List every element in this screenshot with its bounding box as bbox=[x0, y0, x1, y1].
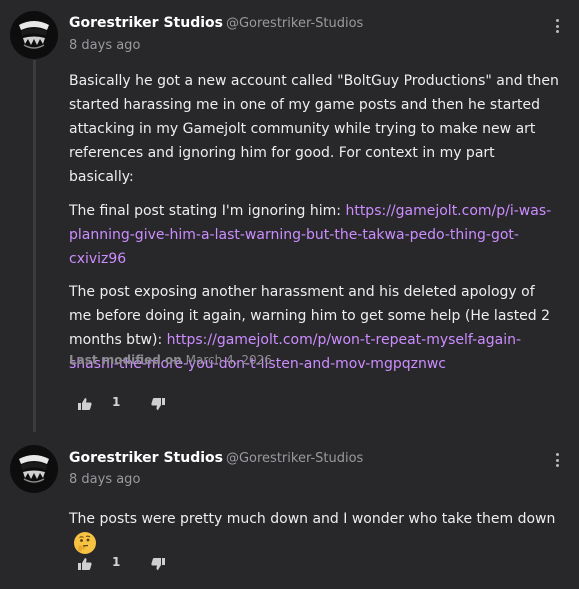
like-button[interactable] bbox=[78, 396, 92, 415]
like-count: 1 bbox=[112, 555, 121, 569]
avatar[interactable] bbox=[10, 445, 58, 493]
post-paragraph: The final post stating I'm ignoring him:… bbox=[69, 199, 561, 271]
post-body: Basically he got a new account called "B… bbox=[69, 69, 561, 376]
post-body: The posts were pretty much down and I wo… bbox=[69, 507, 561, 555]
thinking-face-icon bbox=[74, 532, 96, 554]
post-paragraph: The posts were pretty much down and I wo… bbox=[69, 507, 561, 555]
dislike-button[interactable] bbox=[151, 556, 165, 575]
author-handle[interactable]: @Gorestriker-Studios bbox=[226, 451, 363, 466]
thumbs-down-icon bbox=[151, 558, 165, 570]
dislike-button[interactable] bbox=[151, 396, 165, 415]
thumbs-up-icon bbox=[78, 558, 92, 570]
post-timestamp[interactable]: 8 days ago bbox=[69, 472, 140, 487]
reply-thread-line bbox=[33, 60, 36, 432]
last-modified: Last modified on March 4, 2026 bbox=[69, 353, 272, 367]
more-options-icon[interactable] bbox=[550, 451, 564, 469]
like-count: 1 bbox=[112, 395, 121, 409]
thumbs-up-icon bbox=[78, 398, 92, 410]
author-name[interactable]: Gorestriker Studios bbox=[69, 15, 223, 31]
author-line: Gorestriker Studios @Gorestriker-Studios bbox=[69, 15, 363, 31]
modified-date: March 4, 2026 bbox=[185, 353, 272, 367]
like-button[interactable] bbox=[78, 556, 92, 575]
paragraph-text: The final post stating I'm ignoring him: bbox=[69, 203, 346, 219]
avatar[interactable] bbox=[10, 11, 58, 59]
more-options-icon[interactable] bbox=[550, 17, 564, 35]
thumbs-down-icon bbox=[151, 398, 165, 410]
post-paragraph: Basically he got a new account called "B… bbox=[69, 73, 559, 185]
modified-label: Last modified on bbox=[69, 353, 182, 367]
post-timestamp[interactable]: 8 days ago bbox=[69, 38, 140, 53]
author-line: Gorestriker Studios @Gorestriker-Studios bbox=[69, 450, 363, 466]
author-name[interactable]: Gorestriker Studios bbox=[69, 450, 223, 466]
paragraph-text: The posts were pretty much down and I wo… bbox=[69, 511, 556, 527]
author-handle[interactable]: @Gorestriker-Studios bbox=[226, 16, 363, 31]
